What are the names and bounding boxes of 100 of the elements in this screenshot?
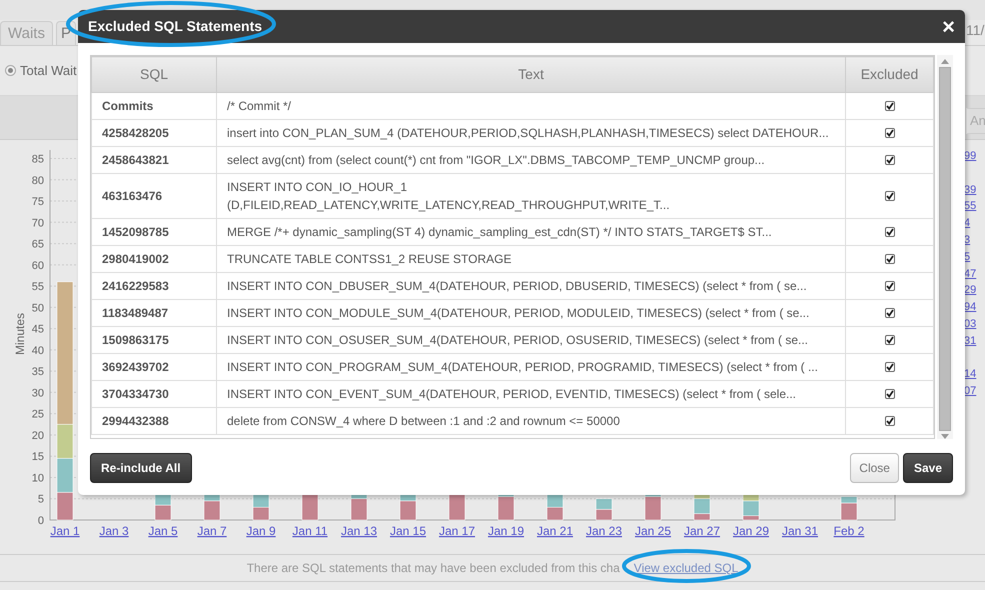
axis-tick-label: 35: [32, 366, 44, 378]
axis-tick-label: 45: [32, 324, 44, 336]
axis-date-link[interactable]: Jan 29: [732, 524, 770, 538]
value-link[interactable]: 14: [964, 366, 976, 384]
axis-tick-label: 20: [32, 430, 44, 442]
radio-button[interactable]: [5, 65, 16, 76]
axis-tick-label: 40: [32, 344, 44, 357]
checkbox[interactable]: [884, 191, 894, 201]
axis-tick-label: 80: [32, 174, 44, 187]
axis-tick-label: 0: [38, 515, 44, 527]
axis-date-link[interactable]: Jan 7: [197, 524, 227, 538]
axis-date-link[interactable]: Jan 25: [634, 524, 672, 538]
sql-text-cell: TRUNCATE TABLE CONTSS1_2 REUSE STORAGE: [216, 246, 846, 272]
date-text: 11/: [966, 21, 984, 40]
axis-date-link[interactable]: Jan 11: [292, 524, 328, 538]
axis-tick-label: 15: [32, 451, 44, 464]
bar-segment: [546, 507, 564, 520]
axis-date-link[interactable]: Jan 31: [782, 524, 818, 538]
axis-date-link[interactable]: Jan 1: [50, 524, 80, 538]
sql-id-cell: 2458643821: [92, 146, 216, 174]
sql-text-cell: /* Commit */: [216, 92, 846, 120]
checkbox[interactable]: [884, 227, 894, 237]
axis-date-link[interactable]: Jan 3: [99, 524, 129, 538]
axis-tick-label: 65: [32, 238, 44, 251]
axis-tick-label: 85: [32, 154, 44, 166]
sql-text-cell: INSERT INTO CON_OSUSER_SUM_4(DATEHOUR, PERIOD, OSUSERID, TIMESECS) (select * from ( se...: [216, 326, 846, 354]
value-link[interactable]: 47: [964, 266, 976, 282]
bar-segment: [56, 492, 74, 520]
value-link[interactable]: 39: [964, 182, 976, 198]
scroll-up-icon[interactable]: [941, 59, 949, 64]
sql-id-cell: 4258428205: [92, 120, 216, 146]
close-button[interactable]: ×: [942, 16, 955, 38]
value-link[interactable]: 99: [964, 148, 976, 165]
axis-tick-label: 5: [38, 494, 44, 506]
close-button[interactable]: Close: [850, 453, 899, 483]
axis-tick-label: 55: [32, 281, 44, 294]
sql-id-cell: 3704334730: [92, 380, 216, 408]
radio-label: Total Wait: [20, 62, 77, 80]
sql-id-cell: 2980419002: [92, 246, 216, 272]
axis-date-link[interactable]: Jan 21: [536, 524, 574, 538]
axis-date-link[interactable]: Jan 9: [246, 524, 276, 538]
sql-text-cell: INSERT INTO CON_IO_HOUR_1 (D,FILEID,READ_LATENCY,WRITE_LATENCY,READ_THROUGHPUT,WRITE_T...: [216, 174, 846, 218]
sql-id-cell: 3692439702: [92, 354, 216, 380]
dialog-title: Excluded SQL Statements: [88, 18, 262, 34]
sql-text-cell: delete from CONSW_4 where D between :1 and :2 and rownum <= 50000: [216, 408, 846, 434]
axis-date-link[interactable]: Jan 13: [340, 524, 378, 538]
checkbox[interactable]: [884, 101, 894, 111]
checkbox[interactable]: [884, 281, 894, 291]
value-link[interactable]: 31: [964, 332, 976, 350]
sql-text-cell: select avg(cnt) from (select count(*) cnt from "IGOR_LX".DBMS_TABCOMP_TEMP_UNCMP group...: [216, 146, 846, 174]
checkbox[interactable]: [884, 416, 894, 426]
sql-text-cell: INSERT INTO CON_DBUSER_SUM_4(DATEHOUR, PERIOD, DBUSERID, TIMESECS) (select * from ( se...: [216, 272, 846, 300]
column-header: SQL: [92, 56, 216, 92]
sql-id-cell: 2994432388: [92, 408, 216, 434]
axis-date-link[interactable]: Jan 17: [438, 524, 476, 538]
bar-segment: [56, 458, 74, 493]
axis-date-link[interactable]: Jan 5: [148, 524, 178, 538]
sql-text-cell: INSERT INTO CON_EVENT_SUM_4(DATEHOUR, PERIOD, EVENTID, TIMESECS) (select * from ( sele...: [216, 380, 846, 408]
axis-tick-label: 60: [32, 260, 44, 272]
checkbox[interactable]: [884, 128, 894, 138]
value-link[interactable]: 94: [964, 299, 976, 316]
sql-id-cell: 1183489487: [92, 300, 216, 326]
scroll-down-icon[interactable]: [941, 434, 949, 439]
axis-tick-label: 25: [32, 408, 44, 421]
axis-title: Minutes: [13, 312, 27, 355]
bar-segment: [252, 507, 270, 520]
reinclude-all-button[interactable]: Re-include All: [90, 453, 192, 483]
checkbox[interactable]: [884, 389, 894, 399]
sql-text-cell: INSERT INTO CON_PROGRAM_SUM_4(DATEHOUR, PERIOD, PROGRAMID, TIMESECS) (select * from ( ...: [216, 354, 846, 380]
axis-date-link[interactable]: Jan 23: [586, 524, 622, 538]
axis-date-link[interactable]: Jan 15: [390, 524, 426, 538]
checkbox[interactable]: [884, 308, 894, 318]
value-link[interactable]: 4: [964, 215, 976, 232]
value-link[interactable]: 29: [964, 282, 976, 300]
axis-tick-label: 50: [32, 302, 44, 314]
value-link[interactable]: 3: [964, 232, 976, 249]
axis-tick-label: 75: [32, 196, 44, 208]
axis-date-link[interactable]: Jan 27: [684, 524, 720, 538]
checkbox[interactable]: [884, 254, 894, 264]
bar-segment: [596, 509, 612, 520]
bar-segment: [596, 498, 612, 510]
sql-id-cell: 2416229583: [92, 272, 216, 300]
sql-id-cell: Commits: [92, 92, 216, 120]
axis-date-link[interactable]: Feb 2: [834, 524, 864, 538]
save-button[interactable]: Save: [902, 453, 953, 483]
checkbox[interactable]: [884, 362, 894, 372]
sql-text-cell: insert into CON_PLAN_SUM_4 (DATEHOUR,PERIOD,SQLHASH,PLANHASH,TIMESECS) select DATEHOUR...: [216, 120, 846, 146]
sql-text-cell: MERGE /*+ dynamic_sampling(ST 4) dynamic_sampling_est_cdn(ST) */ INTO STATS_TARGET$ ST...: [216, 218, 846, 246]
checkbox[interactable]: [884, 155, 894, 165]
sql-id-cell: 463163476: [92, 174, 216, 218]
sql-id-cell: 1509863175: [92, 326, 216, 354]
sql-id-cell: 1452098785: [92, 218, 216, 246]
column-header: Text: [216, 56, 846, 92]
value-link[interactable]: 55: [964, 198, 976, 216]
axis-tick-label: 10: [32, 472, 44, 484]
checkbox[interactable]: [884, 335, 894, 345]
axis-date-link[interactable]: Jan 19: [488, 524, 524, 538]
info-text: There are SQL statements that may have been excluded from this cha: [246, 560, 620, 577]
scrollbar[interactable]: [937, 55, 953, 439]
bar-segment: [154, 504, 172, 520]
